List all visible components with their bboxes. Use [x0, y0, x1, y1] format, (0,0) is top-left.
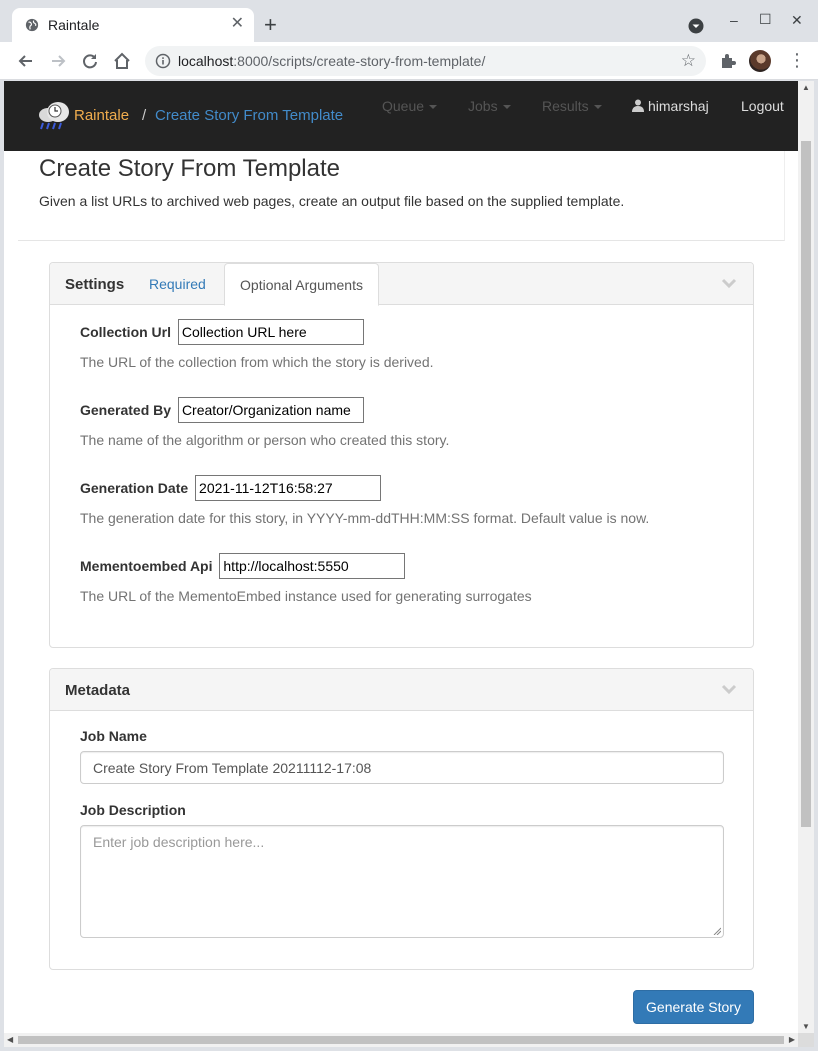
forward-arrow-icon[interactable] [47, 50, 69, 72]
generated-by-input[interactable] [177, 397, 364, 423]
chevron-down-icon[interactable] [721, 275, 737, 291]
scroll-up-arrow-icon[interactable]: ▲ [802, 83, 810, 92]
bookmark-star-icon[interactable]: ☆ [681, 51, 696, 71]
horizontal-scrollbar[interactable]: ◀ ▶ [4, 1033, 798, 1047]
profile-avatar[interactable] [749, 50, 771, 72]
nav-results-label: Results [542, 98, 589, 114]
home-icon[interactable] [111, 50, 133, 72]
breadcrumb-current[interactable]: Create Story From Template [155, 107, 343, 124]
page-title: Create Story From Template [39, 155, 340, 182]
generate-story-button[interactable]: Generate Story [633, 990, 754, 1024]
tab-search-icon[interactable] [688, 18, 704, 34]
nav-jobs-label: Jobs [468, 98, 498, 114]
tab-title: Raintale [48, 17, 100, 33]
browser-toolbar: localhost:8000/scripts/create-story-from… [0, 42, 818, 80]
horizontal-scroll-thumb[interactable] [18, 1036, 784, 1044]
scrollbar-corner [798, 1033, 814, 1047]
page-viewport: Raintale / Create Story From Template Qu… [4, 81, 798, 1033]
site-navbar: Raintale / Create Story From Template Qu… [4, 81, 798, 151]
username: himarshaj [648, 98, 709, 114]
mementoembed-api-help: The URL of the MementoEmbed instance use… [80, 588, 532, 604]
caret-down-icon [502, 105, 511, 110]
back-arrow-icon[interactable] [15, 50, 37, 72]
generation-date-input[interactable] [195, 475, 382, 501]
job-description-placeholder: Enter job description here... [93, 834, 265, 850]
url-path: :8000/scripts/create-story-from-template… [233, 53, 486, 69]
user-icon [632, 99, 644, 112]
metadata-panel-header[interactable]: Metadata [50, 669, 753, 711]
nav-queue-dropdown[interactable]: Queue [382, 98, 438, 114]
collection-url-input[interactable] [177, 319, 364, 345]
puzzle-extensions-icon[interactable] [719, 52, 737, 70]
browser-tab[interactable]: Raintale ✕ [12, 8, 254, 42]
job-name-input[interactable]: Create Story From Template 20211112-17:0… [80, 751, 724, 784]
collection-url-label: Collection Url [80, 324, 172, 340]
generated-by-label: Generated By [80, 402, 172, 418]
nav-jobs-dropdown[interactable]: Jobs [468, 98, 511, 114]
field-generation-date: Generation Date [80, 475, 382, 501]
generated-by-help: The name of the algorithm or person who … [80, 432, 450, 448]
scroll-down-arrow-icon[interactable]: ▼ [802, 1022, 810, 1031]
job-description-label: Job Description [80, 802, 186, 818]
job-name-label: Job Name [80, 728, 147, 744]
menu-kebab-icon[interactable]: ⋮ [788, 49, 806, 71]
browser-tabstrip: Raintale ✕ + – ☐ ✕ [0, 0, 818, 42]
page-description: Given a list URLs to archived web pages,… [39, 193, 625, 209]
metadata-title: Metadata [65, 682, 131, 699]
brand-name[interactable]: Raintale [74, 107, 129, 124]
tab-required[interactable]: Required [149, 263, 206, 305]
resize-grip-icon[interactable] [713, 927, 721, 935]
generation-date-label: Generation Date [80, 480, 189, 496]
nav-results-dropdown[interactable]: Results [542, 98, 602, 114]
caret-down-icon [593, 105, 602, 110]
globe-icon [25, 18, 39, 32]
minimize-button[interactable]: – [730, 12, 738, 28]
settings-panel-header: Settings Required Optional Arguments [50, 263, 753, 306]
breadcrumb-separator: / [142, 107, 147, 124]
caret-down-icon [429, 105, 438, 110]
scroll-left-arrow-icon[interactable]: ◀ [7, 1035, 13, 1044]
mementoembed-api-label: Mementoembed Api [80, 558, 213, 574]
field-generated-by: Generated By [80, 397, 364, 423]
job-description-textarea[interactable]: Enter job description here... [80, 825, 724, 938]
settings-title: Settings [65, 276, 125, 293]
vertical-scroll-thumb[interactable] [801, 141, 811, 827]
reload-icon[interactable] [79, 50, 101, 72]
vertical-scrollbar[interactable]: ▲ ▼ [798, 81, 814, 1033]
nav-queue-label: Queue [382, 98, 425, 114]
tab-optional-arguments[interactable]: Optional Arguments [224, 263, 379, 306]
site-info-icon[interactable] [155, 53, 171, 69]
url-text: localhost:8000/scripts/create-story-from… [178, 53, 485, 69]
new-tab-button[interactable]: + [264, 14, 277, 36]
settings-panel: Settings Required Optional Arguments Col… [49, 262, 754, 648]
scroll-right-arrow-icon[interactable]: ▶ [789, 1035, 795, 1044]
maximize-button[interactable]: ☐ [759, 11, 772, 28]
address-bar[interactable]: localhost:8000/scripts/create-story-from… [145, 46, 706, 76]
url-host: localhost [178, 53, 234, 69]
mementoembed-api-input[interactable] [219, 553, 406, 579]
raintale-logo-icon[interactable] [36, 99, 72, 133]
nav-user[interactable]: himarshaj [632, 98, 709, 114]
close-window-button[interactable]: ✕ [791, 12, 803, 29]
close-tab-icon[interactable]: ✕ [231, 15, 244, 33]
chevron-down-icon[interactable] [721, 681, 737, 697]
generation-date-help: The generation date for this story, in Y… [80, 510, 650, 526]
collection-url-help: The URL of the collection from which the… [80, 354, 434, 370]
logout-link[interactable]: Logout [741, 98, 784, 114]
field-collection-url: Collection Url [80, 319, 364, 345]
field-mementoembed-api: Mementoembed Api [80, 553, 406, 579]
metadata-panel: Metadata Job Name Create Story From Temp… [49, 668, 754, 970]
